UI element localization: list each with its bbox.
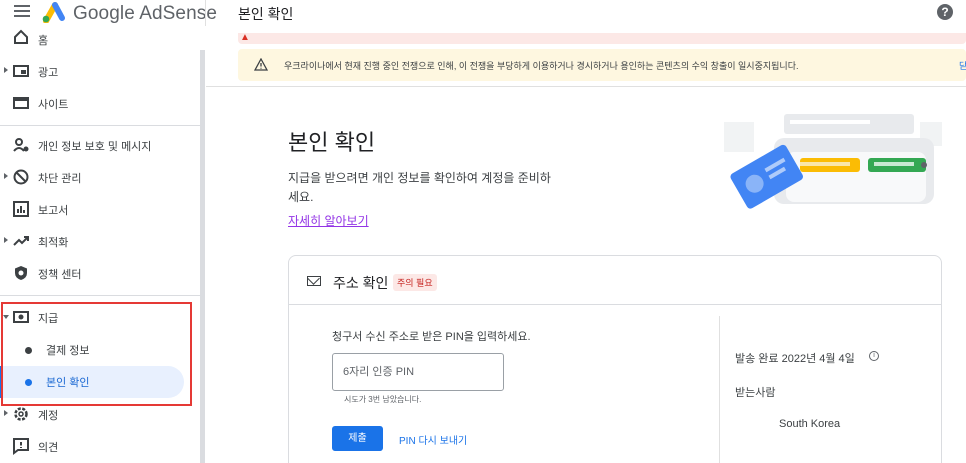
sidebar-item-privacy[interactable]: 개인 정보 보호 및 메시지 [0,130,200,162]
pin-input[interactable] [332,353,504,391]
sidebar-item-label: 차단 관리 [38,173,82,185]
block-icon [13,169,29,185]
home-icon [14,29,28,44]
main-content: ▲ 우크라이나에서 현재 진행 중인 전쟁으로 인해, 이 전쟁을 부당하게 이… [206,26,966,463]
adsense-app: Google AdSense 본인 확인 ? 홈 광고 사이트 개인 정보 보호… [0,0,966,463]
optimize-icon [13,236,29,246]
gear-icon [14,407,28,421]
sidebar-item-label: 정책 센터 [38,269,82,281]
verification-illustration [724,114,942,209]
sidebar-divider [0,125,200,126]
sidebar-divider [0,295,200,296]
card-divider [719,316,720,463]
help-icon[interactable]: ? [937,4,953,20]
sidebar-item-label: 홈 [38,35,49,47]
page-title: 본인 확인 [288,130,376,155]
mail-icon [307,276,321,286]
error-alert-banner: ▲ [238,33,966,44]
sidebar-item-home[interactable]: 홈 [0,26,200,48]
chevron-right-icon[interactable] [4,237,8,243]
learn-more-link[interactable]: 자세히 알아보기 [288,212,369,229]
error-icon: ▲ [240,32,250,43]
recipient-label: 받는사람 [735,387,776,399]
sidebar-item-label: 개인 정보 보호 및 메시지 [38,141,152,153]
card-title: 주소 확인 [333,275,389,291]
ads-icon [13,65,29,77]
sidebar-item-blocking[interactable]: 차단 관리 [0,162,200,194]
menu-icon[interactable] [14,5,30,19]
sent-status: 발송 완료 2022년 4월 4일 [735,353,855,365]
chevron-right-icon[interactable] [4,67,8,73]
privacy-icon [13,138,29,152]
sidebar-item-optimize[interactable]: 최적화 [0,226,200,258]
sidebar-item-label: 최적화 [38,237,69,249]
highlight-box [1,302,192,406]
status-badge: 주의 필요 [393,274,437,291]
brand-name: Google AdSense [73,3,218,24]
sidebar-item-label: 광고 [38,67,59,79]
info-icon[interactable]: i [869,351,879,361]
sidebar-item-sites[interactable]: 사이트 [0,88,200,120]
submit-button[interactable]: 제출 [332,426,383,451]
sites-icon [13,97,29,109]
chevron-right-icon[interactable] [4,173,8,179]
content-divider [206,86,966,87]
reports-icon [13,201,29,217]
sidebar-item-label: 사이트 [38,99,69,111]
header-page-title: 본인 확인 [238,6,294,22]
sidebar-scrollbar[interactable] [200,50,205,463]
sidebar-item-label: 의견 [38,442,59,454]
chevron-right-icon[interactable] [4,410,8,416]
pin-instruction: 청구서 수신 주소로 받은 PIN을 입력하세요. [332,331,531,343]
address-verification-card: 주소 확인 주의 필요 청구서 수신 주소로 받은 PIN을 입력하세요. 시도… [288,255,942,463]
dismiss-link[interactable]: 닫 [959,59,966,72]
page-description: 지급을 받으려면 개인 정보를 확인하여 계정을 준비하세요. [288,171,551,204]
sidebar-item-label: 계정 [38,410,59,422]
card-header: 주소 확인 주의 필요 [289,256,941,305]
attempts-hint: 시도가 3번 남았습니다. [344,395,422,404]
warning-text: 우크라이나에서 현재 진행 중인 전쟁으로 인해, 이 전쟁을 부당하게 이용하… [284,61,799,71]
header-divider [205,0,206,26]
sidebar-item-label: 보고서 [38,205,69,217]
feedback-icon [13,438,29,455]
warning-icon [254,58,268,71]
policy-icon [15,266,27,280]
warning-alert-banner: 우크라이나에서 현재 진행 중인 전쟁으로 인해, 이 전쟁을 부당하게 이용하… [238,49,966,81]
sidebar-item-ads[interactable]: 광고 [0,56,200,88]
sidebar-item-feedback[interactable]: 의견 [0,431,200,463]
adsense-logo [42,2,65,23]
sidebar-item-policy-center[interactable]: 정책 센터 [0,258,200,290]
sidebar-item-reports[interactable]: 보고서 [0,194,200,226]
resend-pin-link[interactable]: PIN 다시 보내기 [399,432,467,447]
recipient-country: South Korea [779,418,841,430]
top-bar: Google AdSense 본인 확인 ? [0,0,966,26]
